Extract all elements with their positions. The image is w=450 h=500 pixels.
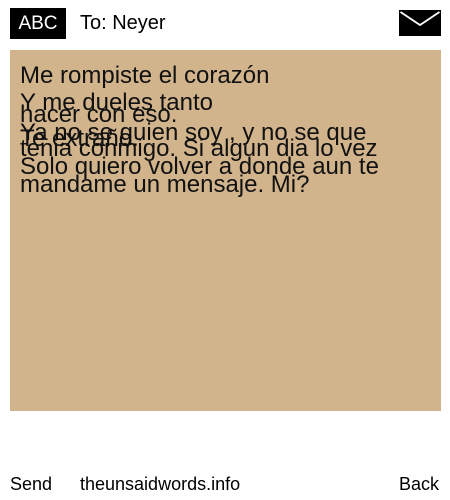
abc-badge: ABC — [10, 8, 66, 39]
message-line: mandame un mensaje. Mi? — [20, 171, 310, 198]
recipient-label: To: Neyer — [80, 12, 166, 34]
back-button[interactable]: Back — [399, 472, 439, 496]
send-button[interactable]: Send — [10, 472, 52, 496]
site-link[interactable]: theunsaidwords.info — [80, 472, 240, 496]
message-line: Me rompiste el corazón — [20, 62, 270, 89]
envelope-icon[interactable] — [399, 10, 441, 36]
message-box: Me rompiste el corazón Y me dueles tanto… — [10, 50, 441, 411]
